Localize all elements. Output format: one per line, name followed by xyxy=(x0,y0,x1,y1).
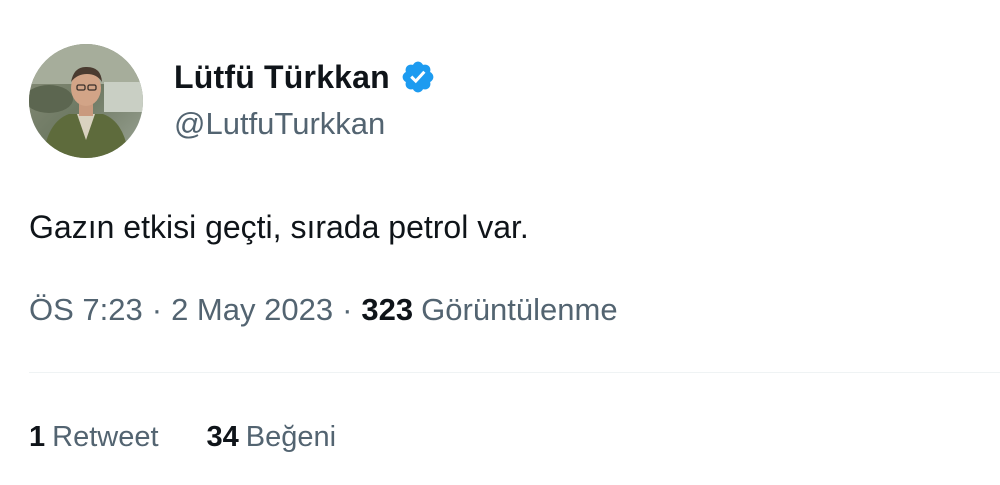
likes-stat[interactable]: 34 Beğeni xyxy=(207,421,337,454)
tweet-text: Gazın etkisi geçti, sırada petrol var. xyxy=(29,209,529,245)
meta-separator: · xyxy=(151,292,163,327)
likes-count: 34 xyxy=(206,421,239,453)
retweets-count: 1 xyxy=(29,421,46,453)
views-label: Görüntülenme xyxy=(421,292,618,327)
views-count: 323 xyxy=(361,292,414,327)
engagement-stats: 1 Retweet 34 Beğeni xyxy=(29,421,336,454)
author-name-row: Lütfü Türkkan xyxy=(174,56,436,98)
author-handle[interactable]: @LutfuTurkkan xyxy=(174,106,385,142)
retweets-stat[interactable]: 1 Retweet xyxy=(29,421,159,454)
verified-check-icon[interactable] xyxy=(400,59,436,95)
meta-separator: · xyxy=(342,292,353,327)
likes-label: Beğeni xyxy=(245,421,337,453)
tweet-date[interactable]: 2 May 2023 xyxy=(171,292,333,328)
divider xyxy=(29,372,1000,373)
retweets-label: Retweet xyxy=(52,421,159,453)
author-display-name[interactable]: Lütfü Türkkan xyxy=(174,59,390,96)
avatar[interactable] xyxy=(29,44,143,158)
profile-photo xyxy=(29,44,143,158)
tweet-time[interactable]: ÖS 7:23 xyxy=(29,292,143,328)
tweet-meta: ÖS 7:23 · 2 May 2023 · 323 Görüntülenme xyxy=(29,292,618,328)
